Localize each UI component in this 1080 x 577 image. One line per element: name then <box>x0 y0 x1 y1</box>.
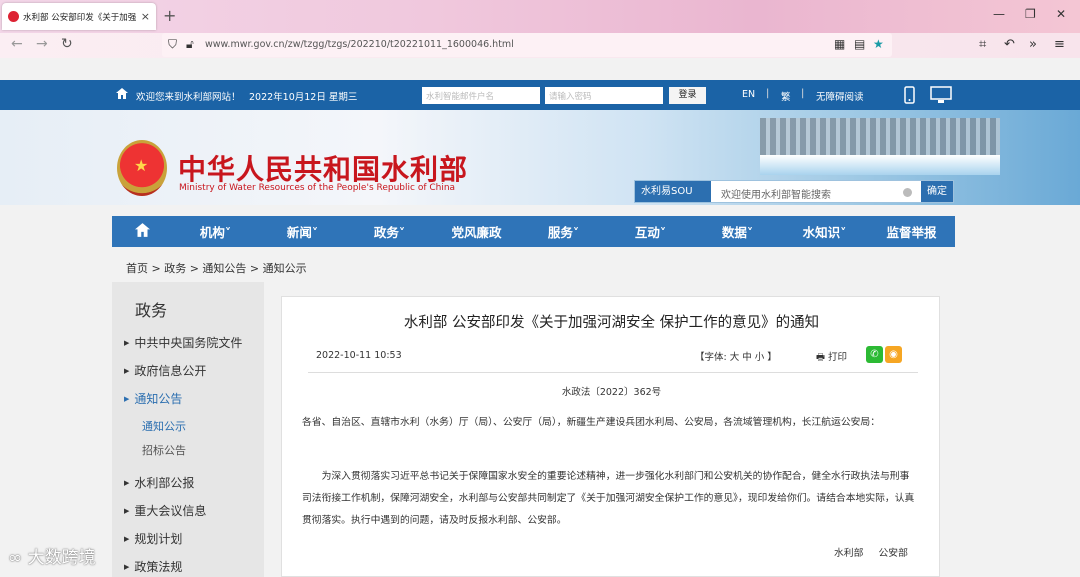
sidebar-title: 政务 <box>135 301 168 320</box>
qr-code-icon[interactable]: ▦ <box>834 37 845 51</box>
signature: 水利部 公安部 <box>834 548 908 559</box>
welcome-text: 欢迎您来到水利部网站！ <box>136 92 241 103</box>
mobile-icon[interactable] <box>904 86 915 104</box>
current-date: 2022年10月12日 星期三 <box>249 92 358 103</box>
menu-icon[interactable]: ≡ <box>1054 37 1065 52</box>
home-icon[interactable] <box>116 88 128 99</box>
national-emblem-icon: ★ <box>117 140 167 196</box>
desktop-icon[interactable] <box>930 86 952 104</box>
main-navigation: 机构˅ 新闻˅ 政务˅ 党风廉政 服务˅ 互动˅ 数据˅ 水知识˅ 监督举报 <box>112 216 955 247</box>
watermark: ∞ 大数跨境 <box>8 548 96 568</box>
salutation-paragraph: 各省、自治区、直辖市水利（水务）厅（局）、公安厅（局），新疆生产建设兵团水利局、… <box>302 417 881 428</box>
body-paragraph: 为深入贯彻落实习近平总书记关于保障国家水安全的重要论述精神，进一步强化水利部门和… <box>302 471 915 526</box>
ministry-title[interactable]: 中华人民共和国水利部 <box>178 148 468 188</box>
sidebar-item[interactable]: ▶ 水利部公报 <box>124 474 194 491</box>
reload-icon[interactable]: ↻ <box>61 36 73 52</box>
nav-item-government[interactable]: 政务˅ <box>346 222 433 241</box>
site-favicon-icon <box>8 11 19 22</box>
publish-date: 2022-10-11 10:53 <box>316 350 402 361</box>
nav-item-news[interactable]: 新闻˅ <box>259 222 346 241</box>
lock-icon[interactable]: 🔓︎ <box>186 37 194 52</box>
tab-title: 水利部 公安部印发《关于加强... <box>23 12 137 23</box>
browser-tab-bar: 水利部 公安部印发《关于加强... × + — ❐ ✕ <box>0 0 1080 33</box>
traditional-chinese-link[interactable]: 繁 <box>781 89 791 103</box>
search-brand-label: 水利易SOU <box>635 181 711 202</box>
article-panel: 水利部 公安部印发《关于加强河湖安全 保护工作的意见》的通知 2022-10-1… <box>281 296 940 577</box>
divider: | <box>766 88 770 99</box>
maximize-window-icon[interactable]: ❐ <box>1025 7 1036 21</box>
accessible-reading-link[interactable]: 无障碍阅读 <box>816 89 864 103</box>
login-button[interactable]: 登录 <box>669 87 706 104</box>
english-link[interactable]: EN <box>742 89 755 100</box>
back-arrow-icon[interactable]: ← <box>11 36 23 52</box>
username-input[interactable]: 水利智能邮件户名 <box>422 87 540 104</box>
water-image <box>760 155 1000 175</box>
nav-item-services[interactable]: 服务˅ <box>520 222 607 241</box>
sidebar-subitem-active[interactable]: 通知公示 <box>142 418 186 434</box>
nav-item-report[interactable]: 监督举报 <box>868 222 955 241</box>
site-search: 水利易SOU 欢迎使用水利部智能搜索 确定 <box>634 180 954 203</box>
nav-item-data[interactable]: 数据˅ <box>694 222 781 241</box>
sidebar: 政务 ▶ 中共中央国务院文件 ▶ 政府信息公开 ▶ 通知公告 通知公示 招标公告 ▶ 水… <box>112 282 264 577</box>
nav-item-party[interactable]: 党风廉政 <box>433 222 520 241</box>
nav-item-org[interactable]: 机构˅ <box>172 222 259 241</box>
print-button[interactable]: 🖶︎ 打印 <box>816 349 847 366</box>
address-bar[interactable]: ⛉ 🔓︎ www.mwr.gov.cn/zw/tzgg/tzgs/202210/… <box>162 33 892 57</box>
divider: | <box>801 88 805 99</box>
browser-tab[interactable]: 水利部 公安部印发《关于加强... × <box>2 3 156 30</box>
nav-home-icon[interactable] <box>112 223 172 240</box>
bookmark-star-icon[interactable]: ★ <box>873 37 884 51</box>
tab-close-icon[interactable]: × <box>141 10 150 23</box>
search-input[interactable]: 欢迎使用水利部智能搜索 <box>721 186 831 201</box>
new-tab-button[interactable]: + <box>163 6 176 25</box>
wechat-share-icon[interactable]: ✆ <box>866 346 883 363</box>
undo-icon[interactable]: ↶ <box>1004 37 1015 52</box>
nav-item-interaction[interactable]: 互动˅ <box>607 222 694 241</box>
close-window-icon[interactable]: ✕ <box>1056 7 1066 21</box>
reader-view-icon[interactable]: ▤ <box>854 37 865 51</box>
dam-image <box>760 118 1000 158</box>
weibo-share-icon[interactable]: ◉ <box>885 346 902 363</box>
ministry-english-title: Ministry of Water Resources of the Peopl… <box>179 183 456 193</box>
shield-icon[interactable]: ⛉ <box>168 37 177 52</box>
sidebar-item-active[interactable]: ▶ 通知公告 <box>124 390 182 407</box>
article-title: 水利部 公安部印发《关于加强河湖安全 保护工作的意见》的通知 <box>403 315 820 331</box>
sidebar-item[interactable]: ▶ 政策法规 <box>124 558 182 575</box>
divider <box>308 372 918 373</box>
sidebar-item[interactable]: ▶ 中共中央国务院文件 <box>124 334 242 351</box>
site-banner: ★ 中华人民共和国水利部 Ministry of Water Resources… <box>0 110 1080 205</box>
password-input[interactable]: 请输入密码 <box>545 87 663 104</box>
breadcrumb[interactable]: 首页 > 政务 > 通知公告 > 通知公示 <box>126 260 307 276</box>
minimize-window-icon[interactable]: — <box>993 7 1005 21</box>
sidebar-subitem[interactable]: 招标公告 <box>142 442 186 458</box>
browser-nav-bar: ← → ↻ ⛉ 🔓︎ www.mwr.gov.cn/zw/tzgg/tzgs/2… <box>0 33 1080 58</box>
extensions-icon[interactable]: ⌗ <box>979 37 986 52</box>
voice-search-icon[interactable] <box>903 188 912 197</box>
font-size-selector[interactable]: 【字体: 大 中 小 】 <box>695 349 777 363</box>
sidebar-item[interactable]: ▶ 规划计划 <box>124 530 182 547</box>
sidebar-item[interactable]: ▶ 重大会议信息 <box>124 502 206 519</box>
more-tools-icon[interactable]: » <box>1029 37 1037 52</box>
url-text[interactable]: www.mwr.gov.cn/zw/tzgg/tzgs/202210/t2022… <box>205 39 514 50</box>
search-submit-button[interactable]: 确定 <box>921 181 953 202</box>
forward-arrow-icon[interactable]: → <box>36 36 48 52</box>
site-top-bar: 欢迎您来到水利部网站！ 2022年10月12日 星期三 水利智能邮件户名 请输入… <box>0 80 1080 110</box>
document-number: 水政法〔2022〕362号 <box>561 387 662 398</box>
sidebar-item[interactable]: ▶ 政府信息公开 <box>124 362 206 379</box>
nav-item-water-knowledge[interactable]: 水知识˅ <box>781 222 868 241</box>
